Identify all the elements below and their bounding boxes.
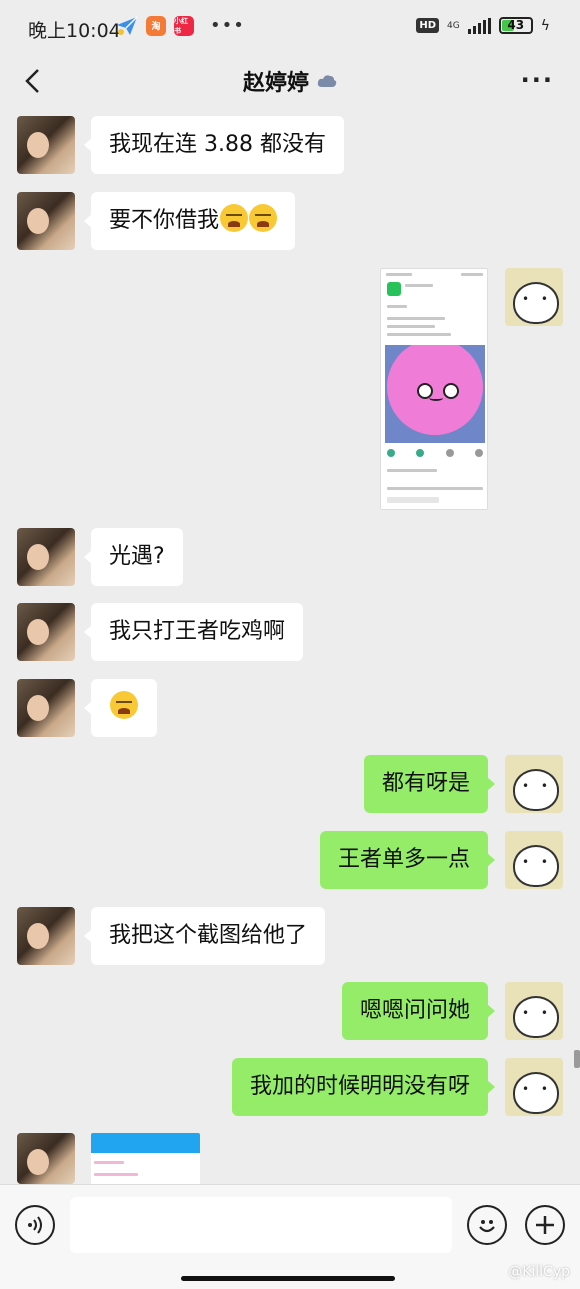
network-type: 4G [447, 20, 460, 31]
xiaohongshu-app-icon: 小红书 [174, 15, 194, 36]
input-bar: @KillCyp [0, 1184, 580, 1289]
watermark-text: @KillCyp [508, 1264, 570, 1280]
battery-percent: 43 [507, 18, 525, 32]
image-detail [387, 497, 439, 503]
message-text: 我只打王者吃鸡啊 [109, 619, 286, 644]
contact-avatar[interactable] [17, 528, 75, 586]
contact-avatar[interactable] [17, 907, 75, 965]
message-bubble[interactable]: 光遇? [84, 528, 183, 586]
contact-name: 赵婷婷 [242, 71, 309, 96]
message-text: 光遇? [109, 544, 165, 569]
plus-button[interactable] [525, 1205, 565, 1245]
image-header [91, 1133, 200, 1153]
chat-more-button[interactable]: ··· [521, 66, 554, 94]
image-detail [387, 325, 435, 328]
my-avatar[interactable] [505, 831, 563, 889]
image-detail [405, 284, 433, 287]
signal-icon [467, 17, 491, 34]
hd-icon: HD [416, 18, 440, 33]
pink-character-image [385, 345, 485, 443]
image-detail [461, 273, 483, 276]
contact-avatar[interactable] [17, 1133, 75, 1184]
battery-icon: 43 [498, 17, 533, 34]
status-bar: 晚上10:04 淘 小红书 ••• HD 4G 43 ϟ [0, 0, 580, 56]
contact-avatar[interactable] [17, 116, 75, 174]
image-detail [387, 487, 483, 490]
message-input[interactable] [70, 1197, 452, 1253]
charging-icon: ϟ [540, 17, 550, 34]
image-detail [387, 305, 407, 308]
image-detail [387, 469, 437, 472]
crying-emoji-icon [249, 204, 278, 232]
message-bubble[interactable]: 我把这个截图给他了 [83, 907, 326, 965]
smiley-icon [479, 1220, 495, 1233]
scrollbar-thumb[interactable] [574, 1050, 580, 1068]
crying-emoji-icon [220, 204, 249, 232]
contact-avatar[interactable] [17, 679, 75, 737]
image-detail [387, 333, 451, 336]
my-avatar[interactable] [505, 982, 563, 1040]
screenshot-image-message[interactable] [380, 268, 488, 510]
image-detail [94, 1161, 124, 1164]
message-text: 我现在连 3.88 都没有 [109, 132, 326, 157]
message-bubble[interactable]: 王者单多一点 [319, 831, 496, 889]
my-avatar[interactable] [505, 268, 563, 326]
voice-button[interactable] [15, 1205, 55, 1245]
contact-avatar[interactable] [17, 192, 75, 250]
emoji-button[interactable] [467, 1205, 507, 1245]
contact-avatar[interactable] [17, 603, 75, 661]
message-text: 要不你借我 [109, 208, 220, 233]
cloud-icon [317, 75, 337, 87]
message-text: 嗯嗯问问她 [359, 998, 470, 1023]
notification-icons: 淘 小红书 ••• [116, 15, 245, 36]
taobao-app-icon: 淘 [146, 15, 166, 36]
message-text: 我把这个截图给他了 [109, 923, 308, 948]
system-icons: HD 4G 43 ϟ [416, 17, 550, 34]
message-bubble[interactable]: 我加的时候明明没有呀 [231, 1058, 496, 1116]
wechat-icon [387, 282, 401, 296]
watermark: @KillCyp [508, 1264, 570, 1280]
message-bubble[interactable]: 嗯嗯问问她 [341, 982, 496, 1040]
message-text: 我加的时候明明没有呀 [249, 1074, 470, 1099]
image-detail [386, 273, 412, 276]
chat-title: 赵婷婷 [0, 65, 580, 97]
eye-shape [443, 383, 459, 399]
mouth-shape [429, 395, 443, 401]
plus-icon [536, 1216, 554, 1234]
crying-emoji-icon [110, 691, 138, 719]
message-bubble[interactable]: 我现在连 3.88 都没有 [84, 116, 344, 174]
status-time: 晚上10:04 [28, 20, 121, 42]
chat-header: 赵婷婷 ··· [0, 56, 580, 106]
image-action-row [387, 449, 483, 457]
message-bubble[interactable] [84, 679, 157, 737]
more-notifications-icon: ••• [210, 15, 245, 36]
screenshot-image-message[interactable] [91, 1133, 200, 1185]
message-text: 都有呀是 [381, 771, 470, 796]
image-detail [387, 317, 445, 320]
message-text: 王者单多一点 [337, 847, 470, 872]
message-bubble[interactable]: 要不你借我 [83, 192, 296, 250]
message-bubble[interactable]: 都有呀是 [363, 755, 496, 813]
image-detail [94, 1173, 138, 1176]
message-bubble[interactable]: 我只打王者吃鸡啊 [83, 603, 304, 661]
my-avatar[interactable] [505, 755, 563, 813]
home-indicator[interactable] [181, 1276, 395, 1281]
my-avatar[interactable] [505, 1058, 563, 1116]
paper-plane-icon [117, 15, 138, 35]
voice-icon [28, 1216, 42, 1234]
